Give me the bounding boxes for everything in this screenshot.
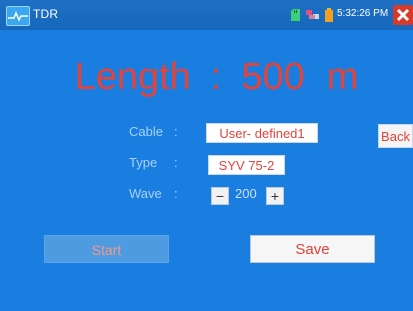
clock: 5:32:26 PM (337, 8, 389, 19)
wave-decrement-button[interactable]: − (211, 187, 229, 205)
start-button[interactable]: Start (44, 235, 169, 263)
wave-colon: : (174, 186, 178, 201)
sd-card-icon (291, 8, 300, 26)
network-icon (306, 8, 320, 26)
length-unit: m (326, 56, 359, 98)
battery-icon (325, 8, 333, 27)
cable-colon: : (174, 124, 178, 139)
type-label: Type (129, 155, 158, 170)
type-select[interactable]: SYV 75-2 (208, 155, 285, 175)
back-button[interactable]: Back (378, 124, 413, 148)
type-colon: : (174, 155, 178, 170)
close-icon (396, 8, 410, 22)
length-label: Length (74, 56, 191, 98)
cable-label: Cable (129, 124, 163, 139)
length-separator: : (210, 56, 222, 98)
wave-increment-button[interactable]: + (266, 187, 284, 205)
length-value: 500 (241, 56, 305, 98)
save-button[interactable]: Save (250, 235, 375, 263)
cable-select[interactable]: User- defined1 (206, 123, 318, 143)
length-readout: Length:500 m (0, 57, 413, 97)
close-button[interactable] (393, 5, 413, 25)
status-bar: TDR 5:32:26 PM (0, 0, 413, 30)
tdr-app-icon (6, 6, 30, 26)
wave-value: 200 (235, 186, 257, 201)
wave-label: Wave (129, 186, 162, 201)
app-title: TDR (33, 7, 59, 21)
